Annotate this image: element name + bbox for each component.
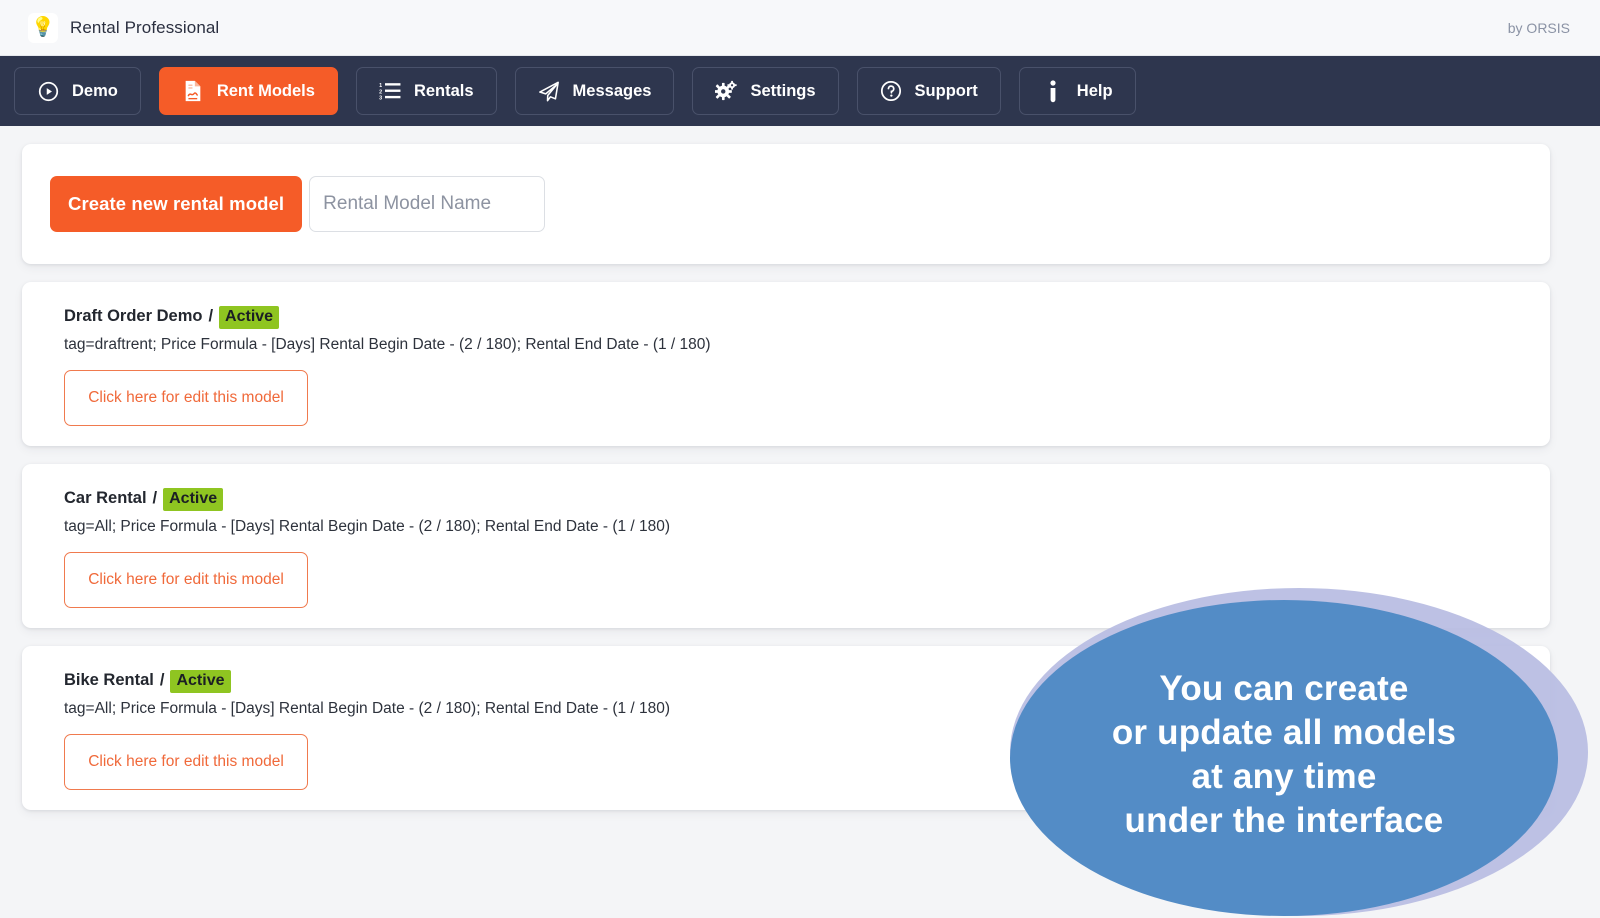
- logo-glyph: 💡: [31, 17, 55, 38]
- nav-item-label: Messages: [572, 81, 652, 100]
- nav-item-label: Rent Models: [216, 81, 315, 100]
- question-circle-icon: [880, 80, 902, 102]
- nav-item-label: Support: [914, 81, 978, 100]
- document-signature-icon: [182, 80, 204, 102]
- create-new-rental-model-button[interactable]: Create new rental model: [50, 176, 303, 232]
- play-circle-icon: [37, 80, 59, 102]
- status-badge: Active: [170, 670, 231, 693]
- brand: 💡 Rental Professional: [28, 12, 220, 43]
- model-description: tag=All; Price Formula - [Days] Rental B…: [64, 700, 671, 717]
- vendor-byline: by ORSIS: [1507, 19, 1570, 36]
- title-separator: /: [159, 671, 165, 689]
- nav-item-label: Settings: [750, 81, 816, 100]
- nav-item-demo[interactable]: Demo: [14, 67, 141, 115]
- svg-text:1: 1: [379, 83, 382, 89]
- model-title-row: Draft Order Demo / Active: [64, 306, 1550, 329]
- lightbulb-idea-icon: 💡: [28, 12, 58, 43]
- app-title: Rental Professional: [70, 17, 220, 37]
- numbered-list-icon: 123: [379, 80, 401, 102]
- model-description: tag=draftrent; Price Formula - [Days] Re…: [64, 336, 711, 353]
- nav-item-support[interactable]: Support: [856, 67, 1001, 115]
- info-icon: [1042, 79, 1064, 102]
- rental-model-card: Bike Rental / Active tag=All; Price Form…: [22, 646, 1550, 810]
- nav-item-help[interactable]: Help: [1018, 67, 1136, 115]
- main-navigation: Demo Rent Models 123 Rentals Messages Se…: [0, 56, 1600, 126]
- status-badge: Active: [219, 306, 280, 329]
- title-separator: /: [208, 307, 214, 325]
- nav-item-label: Help: [1076, 81, 1113, 100]
- nav-item-label: Demo: [72, 81, 118, 100]
- model-description: tag=All; Price Formula - [Days] Rental B…: [64, 518, 671, 535]
- paper-plane-icon: [538, 80, 560, 102]
- model-title-row: Bike Rental / Active: [64, 670, 1550, 693]
- model-name: Car Rental: [64, 489, 147, 507]
- nav-item-label: Rentals: [413, 81, 474, 100]
- status-badge: Active: [163, 488, 224, 511]
- svg-text:3: 3: [379, 96, 382, 101]
- title-separator: /: [152, 489, 158, 507]
- rental-model-card: Car Rental / Active tag=All; Price Formu…: [22, 464, 1550, 628]
- svg-text:2: 2: [379, 89, 382, 95]
- nav-item-messages[interactable]: Messages: [514, 67, 675, 115]
- create-model-panel: Create new rental model: [22, 144, 1550, 264]
- edit-model-button[interactable]: Click here for edit this model: [64, 734, 308, 791]
- edit-model-button[interactable]: Click here for edit this model: [64, 552, 308, 609]
- nav-item-settings[interactable]: Settings: [692, 67, 839, 115]
- model-name: Draft Order Demo: [64, 307, 203, 325]
- main-content: Create new rental model Draft Order Demo…: [0, 126, 1600, 900]
- model-name: Bike Rental: [64, 671, 154, 689]
- edit-model-button[interactable]: Click here for edit this model: [64, 370, 308, 427]
- app-header: 💡 Rental Professional by ORSIS: [0, 0, 1600, 56]
- model-title-row: Car Rental / Active: [64, 488, 1550, 511]
- rental-model-name-input[interactable]: [309, 176, 546, 232]
- nav-item-rent-models[interactable]: Rent Models: [158, 67, 338, 115]
- rental-model-card: Draft Order Demo / Active tag=draftrent;…: [22, 282, 1550, 446]
- nav-item-rentals[interactable]: 123 Rentals: [355, 67, 497, 115]
- gears-icon: [715, 80, 738, 102]
